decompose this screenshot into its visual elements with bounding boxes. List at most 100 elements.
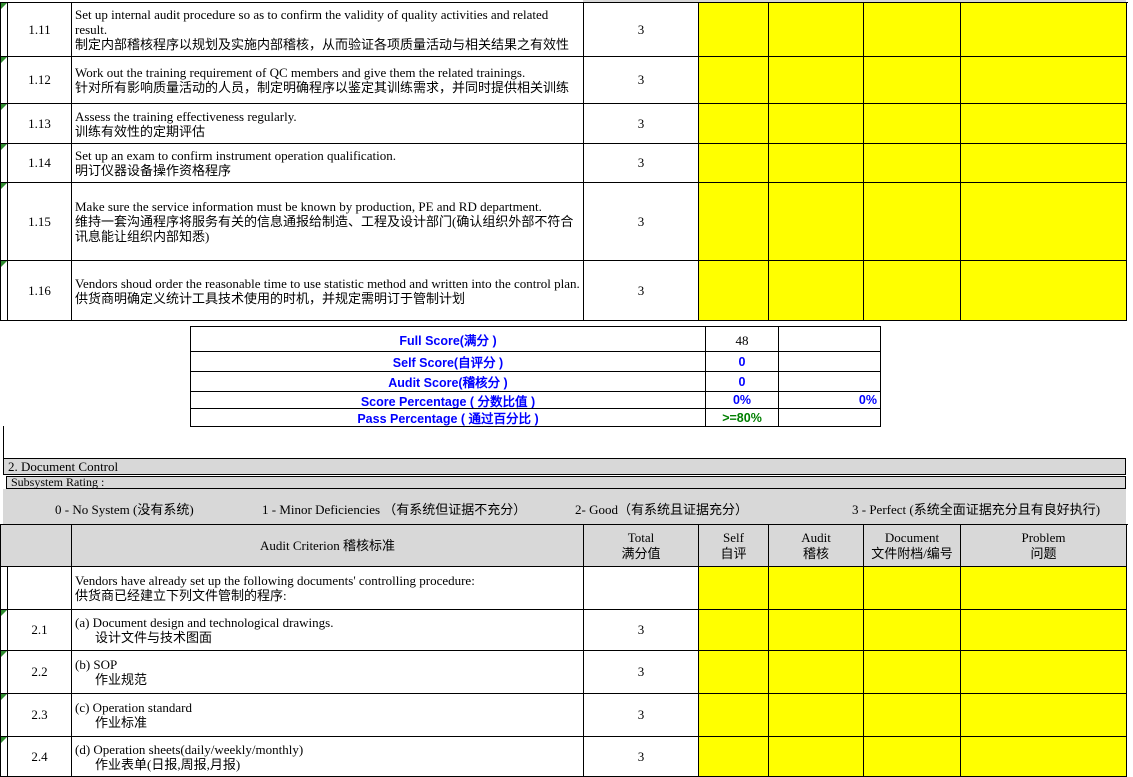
audit-table-section2: Audit Criterion 稽核标准 Total 满分值 Self 自评 A… xyxy=(0,524,1128,777)
problem-input-cell[interactable] xyxy=(961,144,1127,183)
error-indicator-triangle xyxy=(1,57,7,63)
self-score-input-cell[interactable] xyxy=(699,737,769,777)
row-number-cell: 1.12 xyxy=(8,57,72,104)
header-label-zh: 稽核 xyxy=(803,546,829,562)
row-indicator-cell xyxy=(1,57,8,104)
document-ref-input-cell[interactable] xyxy=(864,651,961,694)
rating-scale-row: 0 - No System (没有系统) 1 - Minor Deficienc… xyxy=(3,489,1126,525)
header-label-zh: 问题 xyxy=(1030,546,1056,562)
self-score-input-cell[interactable] xyxy=(699,183,769,261)
criterion-text-en: (b) SOP xyxy=(75,657,580,672)
spreadsheet-audit-page: { "colors":{ "input_cell_yellow":"#FFFF0… xyxy=(0,0,1133,765)
audit-score-input-cell[interactable] xyxy=(769,567,864,610)
problem-input-cell[interactable] xyxy=(961,737,1127,777)
document-ref-input-cell[interactable] xyxy=(864,694,961,737)
self-score-input-cell[interactable] xyxy=(699,57,769,104)
total-score-cell: 3 xyxy=(584,57,699,104)
row-indicator-cell xyxy=(1,3,8,57)
problem-input-cell[interactable] xyxy=(961,694,1127,737)
problem-input-cell[interactable] xyxy=(961,567,1127,610)
error-indicator-triangle xyxy=(1,610,7,616)
header-label: Audit Criterion 稽核标准 xyxy=(260,538,395,554)
criterion-text-zh: 针对所有影响质量活动的人员，制定明确程序以鉴定其训练需求，并同时提供相关训练 xyxy=(75,80,580,95)
audit-score-input-cell[interactable] xyxy=(769,144,864,183)
audit-score-input-cell[interactable] xyxy=(769,610,864,651)
audit-score-input-cell[interactable] xyxy=(769,183,864,261)
table-row-1-11: 1.11 Set up internal audit procedure so … xyxy=(1,3,1128,57)
summary-extra-cell xyxy=(779,352,881,372)
problem-input-cell[interactable] xyxy=(961,261,1127,321)
document-ref-input-cell[interactable] xyxy=(864,261,961,321)
criterion-text-zh: 供货商明确定义统计工具技术使用的时机，并规定需明订于管制计划 xyxy=(75,291,580,306)
self-score-input-cell[interactable] xyxy=(699,3,769,57)
self-score-input-cell[interactable] xyxy=(699,694,769,737)
table-row-1-12: 1.12 Work out the training requirement o… xyxy=(1,57,1128,104)
summary-row-score-percentage: Score Percentage ( 分数比值 ) 0% 0% xyxy=(191,392,881,409)
problem-input-cell[interactable] xyxy=(961,183,1127,261)
rating-scale-3: 3 - Perfect (系统全面证据充分且有良好执行) xyxy=(852,499,1100,518)
document-ref-input-cell[interactable] xyxy=(864,144,961,183)
header-label-en: Document xyxy=(885,530,939,546)
audit-score-input-cell[interactable] xyxy=(769,261,864,321)
document-ref-input-cell[interactable] xyxy=(864,3,961,57)
criterion-cell: Set up internal audit procedure so as to… xyxy=(72,3,584,57)
score-percentage-value-2: 0% xyxy=(779,392,881,409)
document-ref-input-cell[interactable] xyxy=(864,183,961,261)
audit-score-input-cell[interactable] xyxy=(769,651,864,694)
header-problem: Problem 问题 xyxy=(961,525,1127,567)
document-ref-input-cell[interactable] xyxy=(864,610,961,651)
document-ref-input-cell[interactable] xyxy=(864,104,961,144)
criterion-text-en: Set up internal audit procedure so as to… xyxy=(75,7,580,37)
document-ref-input-cell[interactable] xyxy=(864,57,961,104)
criterion-cell: Assess the training effectiveness regula… xyxy=(72,104,584,144)
document-ref-input-cell[interactable] xyxy=(864,737,961,777)
self-score-input-cell[interactable] xyxy=(699,610,769,651)
summary-row-audit-score: Audit Score(稽核分 ) 0 xyxy=(191,372,881,392)
total-score-cell: 3 xyxy=(584,737,699,777)
audit-score-input-cell[interactable] xyxy=(769,104,864,144)
criterion-text-zh: 作业规范 xyxy=(75,672,580,687)
table-row-2-4: 2.4 (d) Operation sheets(daily/weekly/mo… xyxy=(1,737,1128,777)
table-row-1-13: 1.13 Assess the training effectiveness r… xyxy=(1,104,1128,144)
problem-input-cell[interactable] xyxy=(961,651,1127,694)
header-label-zh: 文件附档/编号 xyxy=(871,546,953,562)
header-audit-criterion: Audit Criterion 稽核标准 xyxy=(72,525,584,567)
problem-input-cell[interactable] xyxy=(961,3,1127,57)
row-indicator-cell xyxy=(1,183,8,261)
audit-score-input-cell[interactable] xyxy=(769,3,864,57)
summary-label: Audit Score(稽核分 ) xyxy=(191,372,706,392)
criterion-cell: Make sure the service information must b… xyxy=(72,183,584,261)
problem-input-cell[interactable] xyxy=(961,610,1127,651)
criterion-cell: Work out the training requirement of QC … xyxy=(72,57,584,104)
total-score-cell xyxy=(584,567,699,610)
header-label-en: Audit xyxy=(801,530,831,546)
self-score-input-cell[interactable] xyxy=(699,651,769,694)
row-number-cell: 1.16 xyxy=(8,261,72,321)
document-ref-input-cell[interactable] xyxy=(864,567,961,610)
criterion-cell: (b) SOP 作业规范 xyxy=(72,651,584,694)
problem-input-cell[interactable] xyxy=(961,104,1127,144)
criterion-text-zh: 维持一套沟通程序将服务有关的信息通报给制造、工程及设计部门(确认组织外部不符合讯… xyxy=(75,214,580,244)
self-score-input-cell[interactable] xyxy=(699,567,769,610)
self-score-input-cell[interactable] xyxy=(699,261,769,321)
section2-title-bar: 2. Document Control xyxy=(3,458,1126,475)
rating-scale-0: 0 - No System (没有系统) xyxy=(55,499,194,518)
error-indicator-triangle xyxy=(1,694,7,700)
audit-score-input-cell[interactable] xyxy=(769,57,864,104)
row-indicator-cell xyxy=(1,610,8,651)
self-score-input-cell[interactable] xyxy=(699,144,769,183)
error-indicator-triangle xyxy=(1,651,7,657)
row-number-cell xyxy=(8,567,72,610)
rating-scale-1: 1 - Minor Deficiencies （有系统但证据不充分） xyxy=(262,499,526,518)
audit-score-input-cell[interactable] xyxy=(769,737,864,777)
self-score-input-cell[interactable] xyxy=(699,104,769,144)
header-label-en: Self xyxy=(723,530,744,546)
criterion-cell: (d) Operation sheets(daily/weekly/monthl… xyxy=(72,737,584,777)
problem-input-cell[interactable] xyxy=(961,57,1127,104)
criterion-text-zh: 训练有效性的定期评估 xyxy=(75,124,580,139)
summary-row-self-score: Self Score(自评分 ) 0 xyxy=(191,352,881,372)
left-edge-line xyxy=(3,426,4,458)
audit-score-input-cell[interactable] xyxy=(769,694,864,737)
criterion-text-en: Set up an exam to confirm instrument ope… xyxy=(75,148,580,163)
total-score-cell: 3 xyxy=(584,694,699,737)
